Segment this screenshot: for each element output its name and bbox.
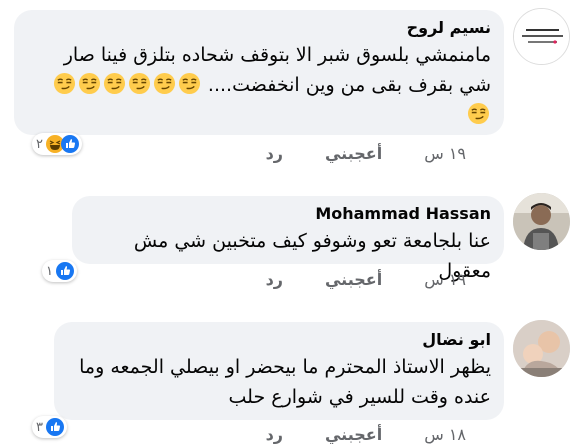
comment-bubble: Mohammad Hassan عنا بلجامعة تعو وشوفو كي… — [72, 196, 504, 282]
smirk-emoji-icon — [153, 72, 176, 95]
like-button[interactable]: أعجبني — [325, 270, 382, 289]
comment-actions: ١٨ س أعجبني رد — [266, 425, 466, 444]
smirk-emoji-icon — [128, 72, 151, 95]
comment-author[interactable]: ابو نضال — [67, 330, 491, 350]
comment-text-segment: شي بقرف بقى من وين انخفضت.... — [207, 74, 491, 96]
reaction-count: ٣ — [36, 419, 43, 435]
reaction-count: ١ — [46, 263, 53, 279]
comment-text-line — [27, 100, 491, 130]
comment-bubble: ابو نضال يظهر الاستاذ المحترم ما بيحضر ا… — [54, 322, 504, 420]
reply-button[interactable]: رد — [266, 270, 283, 289]
comment-text-line: شي بقرف بقى من وين انخفضت.... — [27, 70, 491, 100]
commenter-avatar[interactable] — [513, 193, 570, 250]
reaction-count: ٢ — [36, 136, 43, 152]
comment-actions: ١٩ س أعجبني رد — [266, 270, 466, 289]
profile-photo-icon — [513, 320, 570, 377]
comment-author[interactable]: نسيم لروح — [27, 18, 491, 38]
comment-text: مامنمشي بلسوق شبر الا بتوقف شحاده بتلزق … — [27, 40, 491, 130]
commenter-avatar[interactable] — [513, 320, 570, 377]
like-button[interactable]: أعجبني — [325, 144, 382, 163]
comment-author[interactable]: Mohammad Hassan — [85, 204, 491, 224]
like-icon — [60, 135, 79, 153]
smirk-emoji-icon — [103, 72, 126, 95]
reaction-badge[interactable]: ٣ — [32, 416, 67, 438]
comment-timestamp[interactable]: ١٨ س — [424, 425, 466, 444]
smirk-emoji-icon — [178, 72, 201, 95]
comment-text-line: عنده وقت للسير في شوارع حلب — [228, 386, 492, 408]
smirk-emoji-icon — [467, 102, 490, 125]
comment-bubble: نسيم لروح مامنمشي بلسوق شبر الا بتوقف شح… — [14, 10, 504, 135]
comment-text-line: مامنمشي بلسوق شبر الا بتوقف شحاده بتلزق … — [63, 44, 491, 66]
smirk-emoji-icon — [53, 72, 76, 95]
commenter-avatar[interactable] — [513, 8, 570, 65]
comment-text: يظهر الاستاذ المحترم ما بيحضر او بيصلي ا… — [67, 352, 491, 412]
like-button[interactable]: أعجبني — [325, 425, 382, 444]
smirk-emoji-icon — [78, 72, 101, 95]
reaction-badge[interactable]: ٢ — [32, 133, 82, 155]
comment-timestamp[interactable]: ١٩ س — [424, 270, 466, 289]
like-icon — [55, 262, 74, 280]
like-icon — [45, 418, 64, 436]
reaction-badge[interactable]: ١ — [42, 260, 77, 282]
comment-actions: ١٩ س أعجبني رد — [266, 144, 466, 163]
page-logo-icon — [514, 9, 569, 64]
comment-text-line: يظهر الاستاذ المحترم ما بيحضر او بيصلي ا… — [79, 356, 491, 378]
profile-photo-icon — [513, 193, 570, 250]
comment-timestamp[interactable]: ١٩ س — [424, 144, 466, 163]
reply-button[interactable]: رد — [266, 144, 283, 163]
reply-button[interactable]: رد — [266, 425, 283, 444]
